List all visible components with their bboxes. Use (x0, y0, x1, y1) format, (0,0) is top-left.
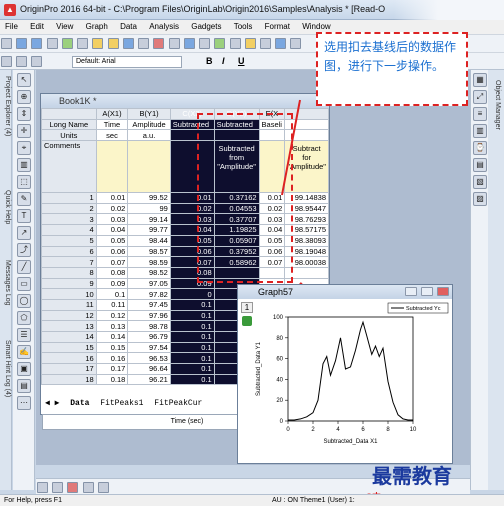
x-tick-label: 2 (311, 427, 315, 433)
x-tick-label: 6 (361, 427, 365, 433)
y-tick-label: 60 (276, 357, 283, 363)
status-help: For Help, press F1 (4, 497, 62, 504)
status-info: AU : ON Theme1 (User) 1: (272, 497, 355, 504)
graph-window[interactable]: Graph57 1 0 2 4 6 8 10 0 20 40 60 80 100 Subtracted_… (237, 284, 453, 464)
y-tick-label: 20 (276, 398, 283, 404)
x-tick-label: 10 (410, 427, 417, 433)
status-bar: For Help, press F1 AU : ON Theme1 (User)… (0, 494, 504, 506)
x-tick-label: 0 (286, 427, 290, 433)
y-tick-label: 40 (276, 377, 283, 383)
x-tick-label: 4 (336, 427, 340, 433)
y-tick-label: 80 (276, 336, 283, 342)
fill-color-icon[interactable] (67, 482, 79, 493)
series-line (288, 320, 413, 421)
y-tick-label: 0 (280, 419, 284, 425)
watermark-logo: 最需教育 (372, 464, 452, 488)
minimize-icon[interactable] (404, 287, 417, 296)
callout-arrow-line (281, 99, 301, 196)
line-width-icon[interactable] (52, 482, 64, 493)
line-style-icon[interactable] (37, 482, 48, 493)
legend-label: Subtracted Yc (406, 306, 441, 312)
graph-window-controls (403, 287, 449, 298)
maximize-icon[interactable] (420, 287, 433, 296)
line-plot[interactable]: 0 2 4 6 8 10020406080100Subtracted_Data X1Sub… (238, 299, 452, 463)
x-tick-label: 8 (386, 427, 390, 433)
x-axis-label: Subtracted_Data X1 (323, 439, 378, 445)
symbol-icon[interactable] (97, 482, 109, 493)
pattern-icon[interactable] (82, 482, 94, 493)
y-tick-label: 100 (273, 315, 284, 321)
y-axis-label: Subtracted_Data Y1 (256, 341, 262, 396)
close-icon[interactable] (437, 287, 449, 296)
